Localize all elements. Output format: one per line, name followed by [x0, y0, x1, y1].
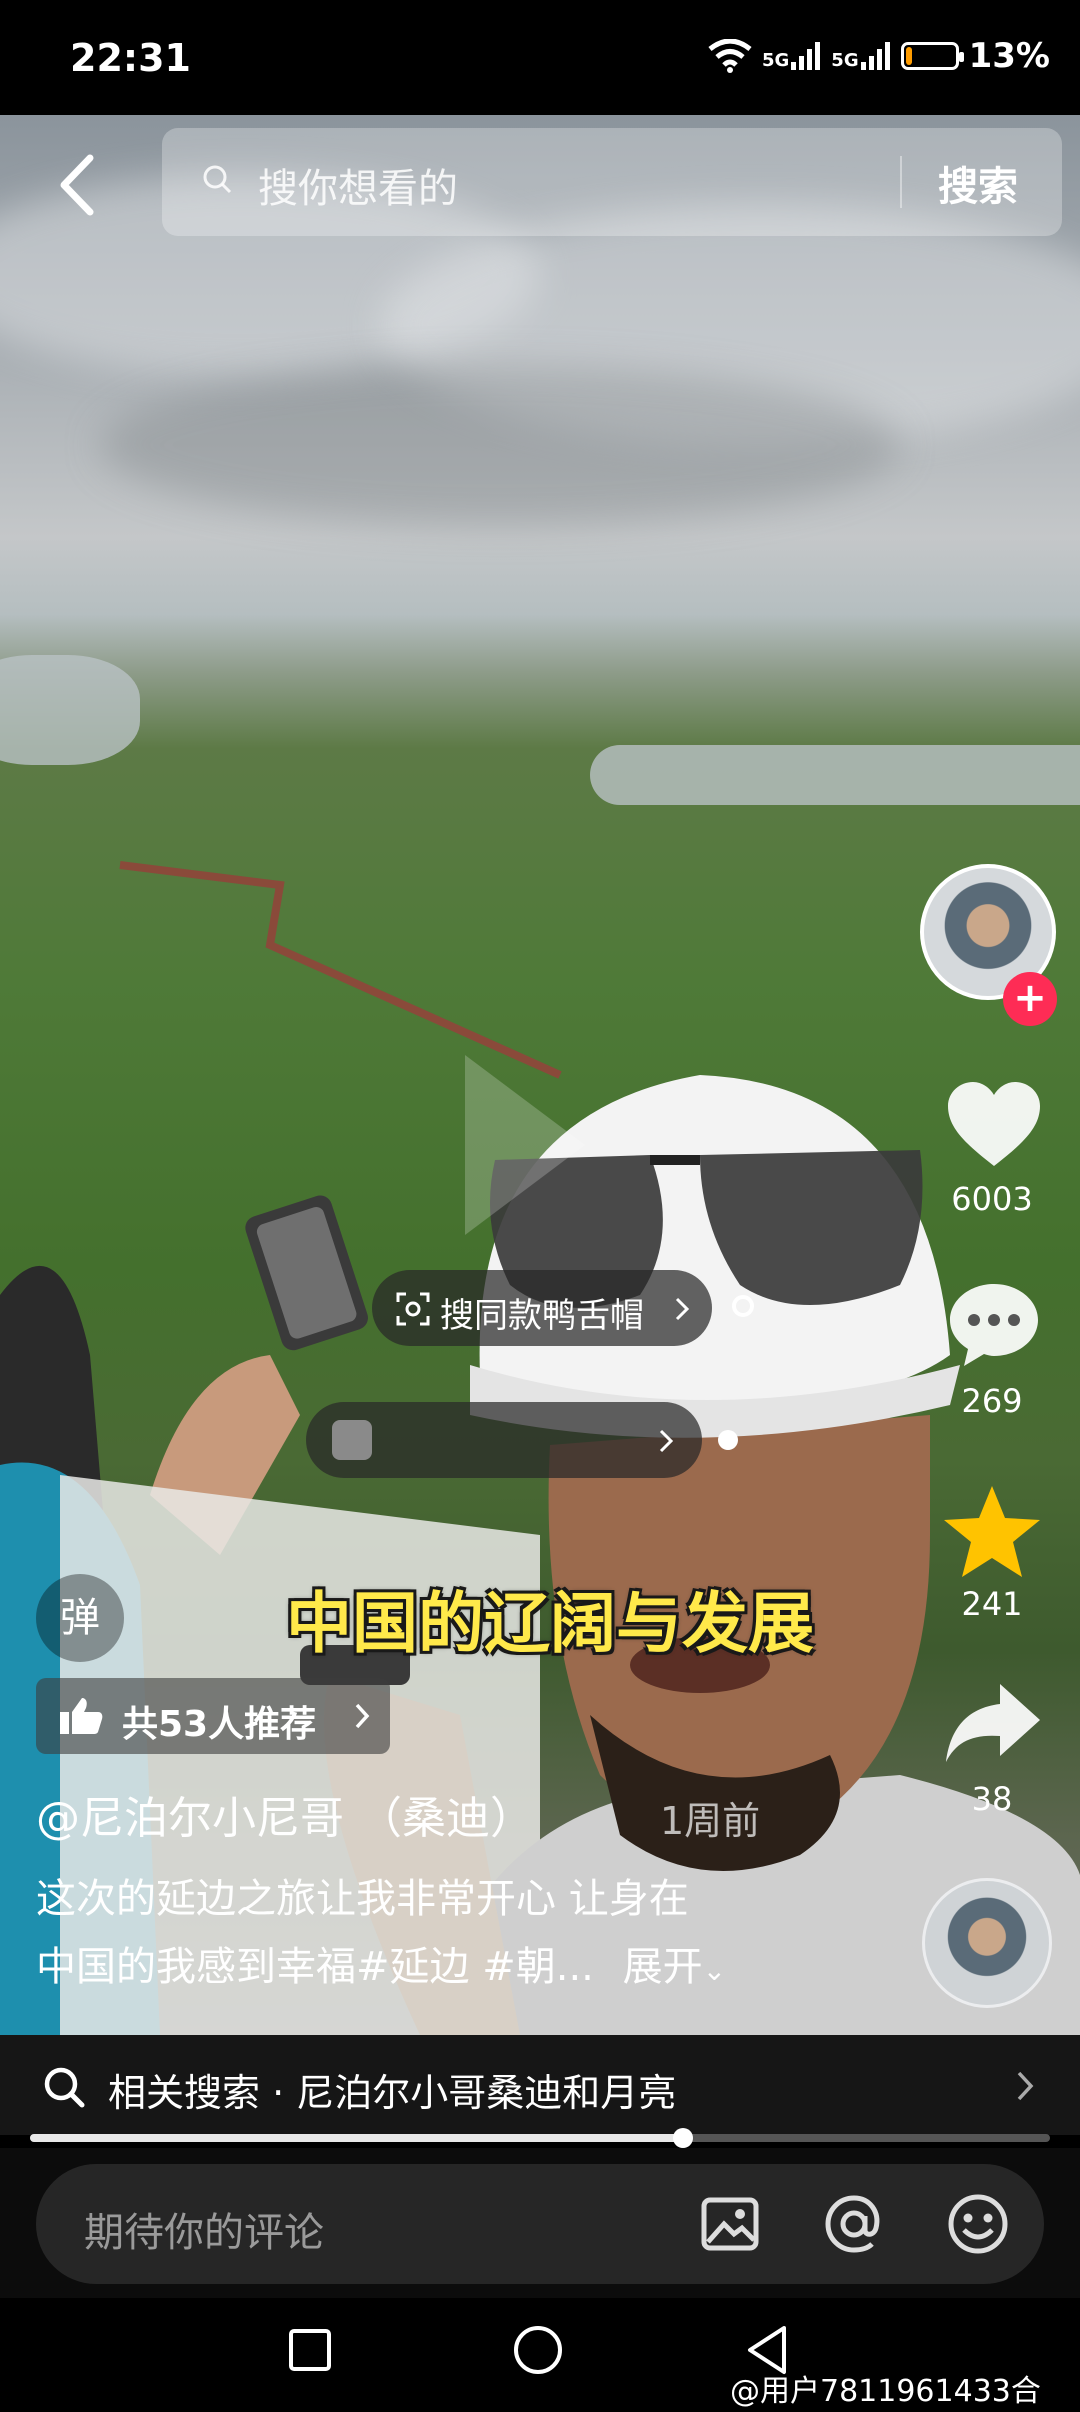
product-chip-label: 搜同款鸭舌帽: [440, 1296, 644, 1336]
follow-button[interactable]: +: [1003, 972, 1057, 1026]
share-icon[interactable]: [942, 1680, 1042, 1766]
chevron-right-icon: [659, 1429, 674, 1453]
search-icon: [44, 2067, 85, 2108]
comment-icon[interactable]: [946, 1280, 1042, 1370]
music-disc-avatar[interactable]: [922, 1878, 1052, 2008]
home-icon[interactable]: [512, 2324, 564, 2376]
battery-icon: [900, 42, 964, 70]
comment-placeholder: 期待你的评论: [84, 2210, 324, 2256]
status-bar: 22:31 5G 5G 13%: [0, 0, 1080, 115]
comment-input[interactable]: 期待你的评论: [36, 2164, 1044, 2284]
image-icon[interactable]: [700, 2194, 760, 2254]
search-button[interactable]: 搜索: [938, 154, 1018, 212]
chevron-right-icon: [675, 1297, 690, 1321]
video-caption: 中国的辽阔与发展: [286, 1585, 814, 1662]
battery-percent: 13%: [968, 36, 1050, 76]
comment-count: 269: [961, 1382, 1023, 1420]
battery-level: [905, 47, 912, 65]
share-count: 38: [971, 1780, 1013, 1818]
chevron-down-icon: ⌄: [702, 1954, 727, 1987]
item-tag-dot[interactable]: [718, 1430, 738, 1450]
thumbs-up-icon: [60, 1698, 103, 1734]
cell-signal-icon-1: 5G: [762, 42, 821, 70]
search-icon: [203, 165, 232, 194]
cell-signal-icon-2: 5G: [831, 42, 890, 70]
status-time: 22:31: [70, 36, 191, 80]
post-time-ago: 1周前: [660, 1799, 761, 1843]
progress-fill: [30, 2134, 683, 2142]
product-search-chip[interactable]: 搜同款鸭舌帽: [372, 1270, 712, 1346]
recommend-badge[interactable]: 共53人推荐: [36, 1678, 390, 1754]
expand-label[interactable]: 展开: [623, 1944, 703, 1990]
related-search-bar[interactable]: 相关搜索 · 尼泊尔小哥桑迪和月亮: [0, 2035, 1080, 2135]
like-icon[interactable]: [946, 1080, 1042, 1170]
search-bar[interactable]: 搜你想看的 搜索: [162, 128, 1062, 236]
status-right: 5G 5G 13%: [708, 36, 1050, 76]
favorite-star-icon[interactable]: [940, 1482, 1044, 1582]
scan-icon: [396, 1292, 430, 1326]
product-tag-dot[interactable]: [732, 1295, 754, 1317]
back-button[interactable]: [50, 150, 110, 220]
chevron-right-icon: [355, 1703, 370, 1729]
author-name[interactable]: @尼泊尔小尼哥 （桑迪）: [36, 1782, 534, 1846]
emoji-icon[interactable]: [946, 2192, 1010, 2256]
weibo-watermark: @用户7811961433合: [730, 2374, 1041, 2409]
related-search-label: 相关搜索 · 尼泊尔小哥桑迪和月亮: [108, 2071, 677, 2115]
item-chip[interactable]: [306, 1402, 702, 1478]
search-input[interactable]: 搜你想看的: [258, 156, 458, 214]
description-text: 中国的我感到幸福#延边 #朝...: [36, 1944, 594, 1990]
recommend-label: 共53人推荐: [122, 1704, 317, 1745]
at-mention-icon[interactable]: [822, 2192, 886, 2256]
wifi-icon: [708, 39, 752, 73]
progress-scrubber[interactable]: [673, 2128, 693, 2148]
description-line-2: 中国的我感到幸福#延边 #朝... 展开⌄: [36, 1934, 726, 1992]
recents-icon[interactable]: [288, 2328, 332, 2372]
like-count: 6003: [951, 1180, 1033, 1218]
network-type-1: 5G: [761, 50, 790, 71]
item-thumbnail: [332, 1420, 372, 1460]
description-line-1: 这次的延边之旅让我非常开心 让身在: [36, 1876, 689, 1922]
network-type-2: 5G: [831, 50, 859, 71]
search-divider: [900, 156, 902, 208]
expand-button[interactable]: 展开⌄: [623, 1944, 726, 1990]
chevron-right-icon: [1017, 2071, 1034, 2101]
